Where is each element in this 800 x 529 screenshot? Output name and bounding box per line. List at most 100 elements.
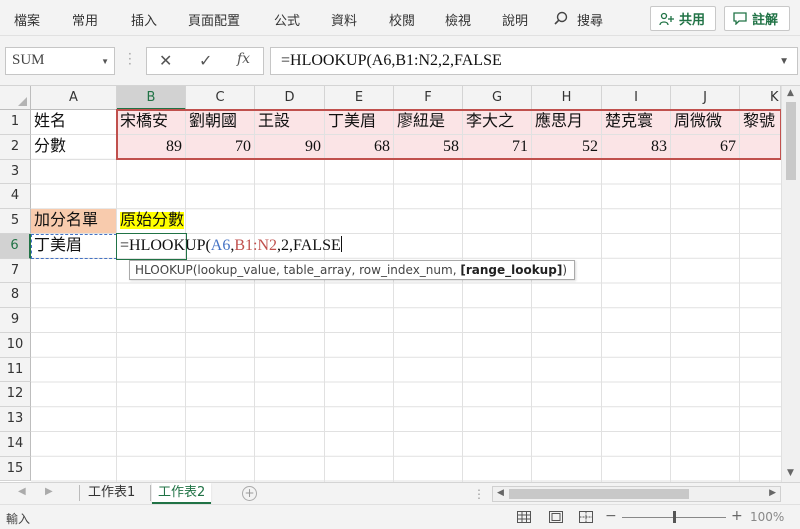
column-header-c[interactable]: C [186,86,255,110]
cell-a5[interactable]: 加分名單 [31,209,117,234]
search-label[interactable]: 搜尋 [577,10,603,29]
tab-data[interactable]: 資料 [331,10,357,29]
expand-formula-icon[interactable]: ▼ [779,56,789,67]
tab-review[interactable]: 校閱 [389,10,415,29]
cell-b5[interactable]: 原始分數 [117,209,186,234]
row-header-13[interactable]: 13 [0,407,31,432]
share-label: 共用 [679,13,706,28]
column-header-i[interactable]: I [602,86,671,110]
ribbon-tabs: 檔案 常用 插入 頁面配置 公式 資料 校閱 檢視 說明 搜尋 共用 註解 [0,0,800,36]
search-icon[interactable] [554,11,568,25]
prev-sheet-icon[interactable]: ◀ [18,486,26,497]
row-header-3[interactable]: 3 [0,159,31,185]
formula-input[interactable]: =HLOOKUP(A6,B1:N2,2,FALSE ▼ [270,47,798,75]
cell-a1[interactable]: 姓名 [31,110,117,135]
row-header-15[interactable]: 15 [0,456,31,482]
status-mode: 輸入 [6,512,31,526]
chevron-down-icon[interactable]: ▼ [101,57,109,66]
sheet-tab-2[interactable]: 工作表2 [152,483,212,504]
tab-help[interactable]: 說明 [502,10,528,29]
add-sheet-icon[interactable]: + [242,486,257,501]
gridlines [31,110,781,482]
range-reference-highlight [116,109,782,160]
comment-button[interactable]: 註解 [724,6,790,31]
tab-formulas[interactable]: 公式 [274,10,300,29]
row-header-1[interactable]: 1 [0,110,31,135]
cell-a2[interactable]: 分數 [31,134,117,160]
tab-split-handle-icon[interactable]: ⋮ [473,487,486,501]
column-header-a[interactable]: A [31,86,117,110]
row-header-8[interactable]: 8 [0,283,31,308]
row-header-4[interactable]: 4 [0,184,31,209]
share-button[interactable]: 共用 [650,6,716,31]
tab-insert[interactable]: 插入 [131,10,157,29]
scroll-right-icon[interactable]: ▶ [769,488,776,498]
scroll-down-icon[interactable]: ▼ [787,468,794,478]
select-all-button[interactable] [0,86,31,110]
edit-ref-range: B1:N2 [234,236,278,254]
scroll-left-icon[interactable]: ◀ [497,488,504,498]
tooltip-close: ) [562,263,567,277]
cell-b5-text: 原始分數 [120,212,185,229]
column-header-e[interactable]: E [325,86,394,110]
page-break-view-icon[interactable] [579,511,593,523]
name-box[interactable]: SUM ▼ [5,47,115,75]
page-layout-view-icon[interactable] [549,511,563,523]
formula-text: =HLOOKUP(A6,B1:N2,2,FALSE [281,52,502,69]
column-header-f[interactable]: F [394,86,463,110]
column-header-h[interactable]: H [532,86,602,110]
worksheet-grid[interactable]: A B C D E F G H I J K 1 2 3 4 5 6 7 8 9 … [0,86,800,482]
row-header-5[interactable]: 5 [0,209,31,234]
row-header-12[interactable]: 12 [0,382,31,407]
column-header-k[interactable]: K [740,86,781,110]
zoom-in-icon[interactable]: + [731,508,743,524]
tooltip-bold-arg[interactable]: [range_lookup] [460,263,562,277]
formula-buttons: ✕ ✓ fx [146,47,264,75]
share-icon [659,12,674,25]
zoom-out-icon[interactable]: − [605,508,617,524]
cell-reference-highlight [31,233,117,259]
row-header-6[interactable]: 6 [0,233,31,259]
row-header-7[interactable]: 7 [0,258,31,284]
tab-file[interactable]: 檔案 [14,10,40,29]
column-header-d[interactable]: D [255,86,325,110]
cell-b6-editor[interactable]: =HLOOKUP(A6,B1:N2,2,FALSE [117,233,342,259]
column-header-b[interactable]: B [117,86,186,110]
edit-suffix: ,2,FALSE [277,236,341,254]
vertical-scrollbar[interactable]: ▲ ▼ [781,86,800,482]
tab-divider [79,485,80,501]
edit-ref-a6: A6 [210,236,231,254]
status-bar: 輸入 − + 100% [0,504,800,529]
row-header-9[interactable]: 9 [0,308,31,333]
sheet-tabs-bar: ◀ ▶ 工作表1 工作表2 + ⋮ ◀ ▶ [0,482,800,504]
column-header-g[interactable]: G [463,86,532,110]
insert-function-button[interactable]: fx [237,51,250,67]
enter-icon[interactable]: ✓ [199,51,212,70]
next-sheet-icon[interactable]: ▶ [45,486,53,497]
horizontal-scroll-thumb[interactable] [509,489,689,499]
tooltip-text: HLOOKUP(lookup_value, table_array, row_i… [135,263,461,277]
zoom-slider-thumb[interactable] [673,511,676,523]
row-header-14[interactable]: 14 [0,431,31,457]
row-header-11[interactable]: 11 [0,357,31,383]
normal-view-icon[interactable] [517,511,531,523]
comment-icon [733,12,747,25]
function-tooltip[interactable]: HLOOKUP(lookup_value, table_array, row_i… [129,260,575,280]
row-header-2[interactable]: 2 [0,134,31,160]
horizontal-scrollbar[interactable]: ◀ ▶ [492,486,781,502]
tab-page-layout[interactable]: 頁面配置 [188,10,240,29]
edit-prefix: =HLOOKUP( [120,236,211,254]
column-header-j[interactable]: J [671,86,740,110]
cancel-icon[interactable]: ✕ [159,51,172,70]
tab-home[interactable]: 常用 [72,10,98,29]
tab-view[interactable]: 檢視 [445,10,471,29]
text-caret [340,235,342,252]
tab-divider [150,485,151,501]
formula-bar: SUM ▼ · · · ✕ ✓ fx =HLOOKUP(A6,B1:N2,2,FAL… [0,36,800,86]
row-header-10[interactable]: 10 [0,332,31,358]
sheet-tab-1[interactable]: 工作表1 [82,483,141,504]
scroll-up-icon[interactable]: ▲ [787,88,794,98]
vertical-scroll-thumb[interactable] [786,102,796,180]
formula-bar-grip-icon[interactable]: · · · [128,48,132,70]
zoom-level[interactable]: 100% [750,510,784,524]
